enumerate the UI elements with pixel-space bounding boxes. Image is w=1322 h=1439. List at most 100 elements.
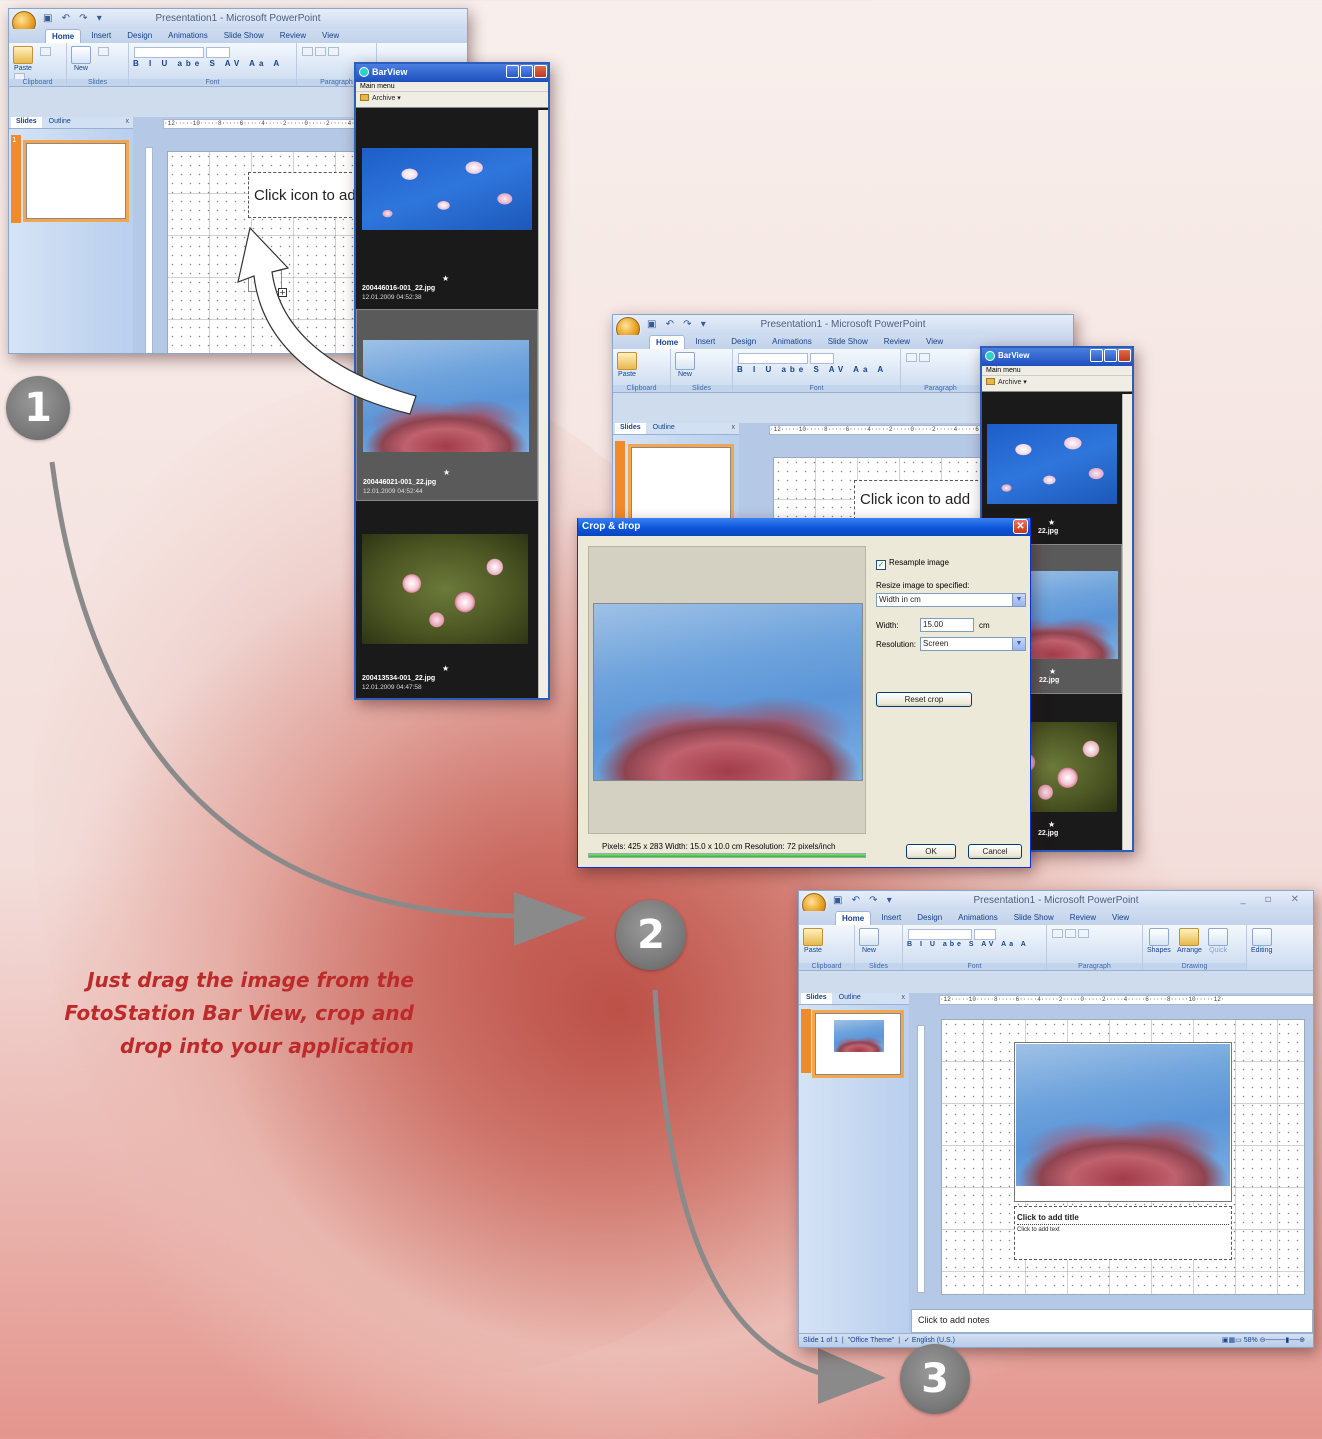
tab-slide-show[interactable]: Slide Show [822, 335, 874, 349]
arrange-button[interactable]: Arrange [1177, 928, 1202, 954]
caption-line-3: drop into your application [120, 1034, 414, 1058]
font-size-combo[interactable] [974, 929, 996, 940]
close-button[interactable] [1118, 349, 1131, 362]
progress-fill [589, 854, 865, 857]
width-input[interactable]: 15.00 [920, 618, 974, 632]
resize-select[interactable]: Width in cm ▼ [876, 593, 1026, 607]
flow-curve-1 [49, 461, 521, 919]
close-pane-icon[interactable]: x [902, 994, 906, 1001]
paste-button[interactable]: Paste [803, 928, 823, 954]
slides-tab[interactable]: Slides [801, 993, 832, 1004]
new-slide-button[interactable]: New [859, 928, 879, 954]
picture-placeholder[interactable] [1014, 1042, 1232, 1202]
bullets-icon[interactable] [1052, 929, 1063, 938]
status-slide: Slide 1 of 1 [803, 1337, 839, 1344]
status-bar: Slide 1 of 1 | "Office Theme" | ✓ Englis… [799, 1333, 1313, 1347]
width-unit: cm [979, 621, 990, 630]
image-info: Pixels: 425 x 283 Width: 15.0 x 10.0 cm … [602, 842, 836, 851]
window-controls[interactable]: _ ▫ ✕ [1240, 894, 1307, 905]
paste-icon [617, 352, 637, 370]
archive-menu[interactable]: Archive ▾ [982, 376, 1132, 392]
resize-label: Resize image to specified: [876, 581, 970, 590]
tab-view[interactable]: View [920, 335, 949, 349]
powerpoint-window-3: ▣ ↶ ↷ ▾ Presentation1 - Microsoft PowerP… [798, 890, 1314, 1348]
font-name-combo[interactable] [738, 353, 808, 364]
tab-slide-show[interactable]: Slide Show [1008, 911, 1060, 925]
slide-thumbnail[interactable] [815, 1013, 901, 1075]
outline-tab[interactable]: Outline [648, 423, 680, 434]
shapes-button[interactable]: Shapes [1147, 928, 1171, 954]
new-slide-button[interactable]: New [675, 352, 695, 378]
slides-tab[interactable]: Slides [615, 423, 646, 434]
new-slide-icon [859, 928, 879, 946]
bullets-icon[interactable] [906, 353, 917, 362]
drag-arrow-icon [237, 226, 417, 415]
font-name-combo[interactable] [908, 929, 972, 940]
tab-insert[interactable]: Insert [689, 335, 721, 349]
cancel-button[interactable]: Cancel [968, 844, 1022, 859]
ribbon-tabs: Home Insert Design Animations Slide Show… [799, 911, 1313, 925]
numbering-icon[interactable] [919, 353, 930, 362]
chevron-down-icon[interactable]: ▼ [1012, 594, 1025, 606]
slide-thumbnail[interactable] [631, 447, 731, 523]
tab-home[interactable]: Home [649, 335, 686, 349]
notes-pane[interactable]: Click to add notes [911, 1309, 1313, 1333]
align-icon[interactable] [1078, 929, 1089, 938]
step-2-badge: 2 [616, 900, 686, 970]
progress-bar [588, 853, 866, 858]
main-menu[interactable]: Main menu [982, 366, 1132, 376]
status-language[interactable]: English (U.S.) [912, 1337, 955, 1344]
title-placeholder[interactable]: Click to add title [1017, 1213, 1229, 1225]
quick-styles-button[interactable]: Quick [1208, 928, 1229, 954]
ribbon: Paste Clipboard New Slides B I U abe S AV … [799, 925, 1313, 971]
numbering-icon[interactable] [1065, 929, 1076, 938]
tab-insert[interactable]: Insert [875, 911, 907, 925]
step-3-badge: 3 [900, 1344, 970, 1414]
paste-button[interactable]: Paste [617, 352, 637, 378]
inserted-picture[interactable] [1016, 1044, 1230, 1186]
resolution-label: Resolution: [876, 640, 917, 649]
binoculars-icon [1251, 928, 1272, 946]
crop-preview-area[interactable] [588, 546, 866, 834]
maximize-button[interactable] [1104, 349, 1117, 362]
zoom-control[interactable]: ▣▦▭ 58% ⊖────▮──⊕ [1222, 1336, 1305, 1344]
caption-line-2: FotoStation Bar View, crop and [64, 1001, 414, 1025]
minimize-button[interactable] [1090, 349, 1103, 362]
tab-home[interactable]: Home [835, 911, 872, 925]
chevron-down-icon[interactable]: ▼ [1012, 638, 1025, 650]
slide-canvas[interactable]: Click to add title Click to add text [941, 1019, 1305, 1295]
close-pane-icon[interactable]: x [732, 424, 736, 431]
scrollbar[interactable] [1122, 394, 1132, 850]
resolution-select[interactable]: Screen ▼ [920, 637, 1026, 651]
reset-crop-button[interactable]: Reset crop [876, 692, 972, 707]
width-label: Width: [876, 621, 899, 630]
checkbox-check-icon[interactable]: ✓ [876, 560, 886, 570]
arrange-icon [1179, 928, 1200, 946]
tab-design[interactable]: Design [725, 335, 762, 349]
flow-arrowhead-2 [818, 1348, 886, 1404]
body-placeholder[interactable]: Click to add text [1017, 1225, 1229, 1233]
step-1-badge: 1 [6, 376, 70, 440]
outline-tab[interactable]: Outline [834, 993, 866, 1004]
view-buttons-icon[interactable]: ▣▦▭ [1222, 1337, 1244, 1344]
caption: Just drag the image from the FotoStation… [30, 964, 414, 1063]
font-size-combo[interactable] [810, 353, 834, 364]
ok-button[interactable]: OK [906, 844, 956, 859]
tab-design[interactable]: Design [911, 911, 948, 925]
spellcheck-icon[interactable]: ✓ [904, 1337, 910, 1344]
tab-review[interactable]: Review [878, 335, 916, 349]
tab-review[interactable]: Review [1064, 911, 1102, 925]
tab-view[interactable]: View [1106, 911, 1135, 925]
caption-line-1: Just drag the image from the [87, 968, 414, 992]
flow-arrowhead-1 [514, 892, 586, 946]
resample-checkbox[interactable]: ✓ Resample image [876, 558, 949, 570]
tab-animations[interactable]: Animations [952, 911, 1004, 925]
tab-animations[interactable]: Animations [766, 335, 818, 349]
editing-button[interactable]: Editing [1251, 928, 1272, 954]
paste-icon [803, 928, 823, 946]
text-placeholder[interactable]: Click to add title Click to add text [1014, 1206, 1232, 1260]
close-icon[interactable]: ✕ [1013, 519, 1028, 534]
fotostation-logo-icon [985, 351, 995, 361]
crop-preview-image[interactable] [593, 603, 863, 781]
quick-styles-icon [1208, 928, 1229, 946]
